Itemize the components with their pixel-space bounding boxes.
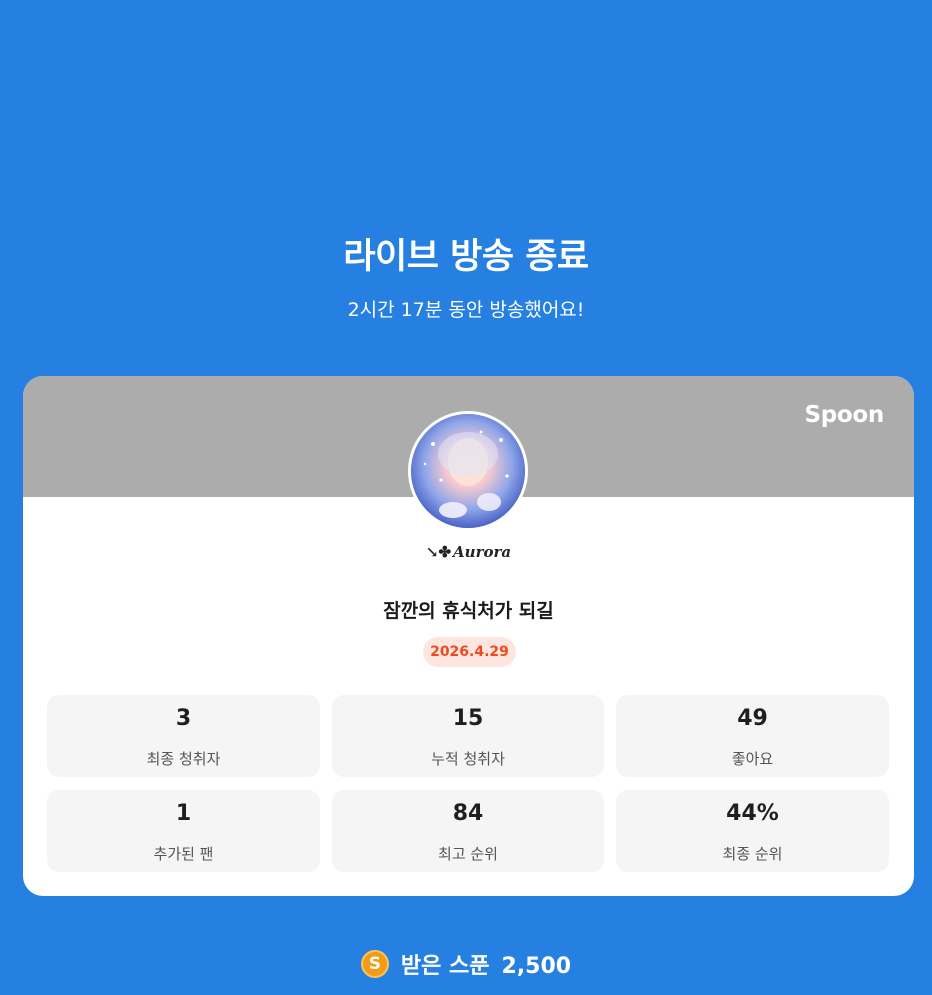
stat-final-rank: 44% 최종 순위 [616, 790, 889, 872]
stat-total-listeners: 15 누적 청취자 [332, 695, 604, 777]
stat-new-fans: 1 추가된 팬 [47, 790, 320, 872]
stat-label: 최종 청취자 [146, 750, 221, 768]
stat-best-rank: 84 최고 순위 [332, 790, 604, 872]
received-spoons-amount: 2,500 [501, 954, 572, 979]
stat-label: 최종 순위 [722, 845, 783, 863]
date-badge: 2026.4.29 [423, 637, 516, 667]
stat-value: 49 [737, 706, 768, 731]
stat-final-listeners: 3 최종 청취자 [47, 695, 320, 777]
stats-grid: 3 최종 청취자 15 누적 청취자 49 좋아요 1 추가된 팬 84 최고 … [47, 695, 890, 872]
clover-icon: ↘✤ [425, 543, 452, 561]
spoon-logo: Spoon [804, 402, 884, 428]
stat-value: 44% [726, 801, 779, 826]
stream-title: 잠깐의 휴식처가 되길 [383, 600, 554, 622]
stat-label: 누적 청취자 [431, 750, 505, 768]
stat-value: 84 [452, 801, 484, 826]
nickname-text: Aurora [453, 543, 512, 561]
stat-value: 15 [452, 706, 484, 731]
broadcast-duration: 2시간 17분 동안 방송했어요! [347, 299, 585, 321]
stat-label: 추가된 팬 [153, 845, 214, 863]
avatar-image [411, 414, 525, 528]
broadcast-summary-card: Spoon ↘✤ Aurora 잠깐의 휴식처가 되길 2026.4.29 3 … [23, 376, 914, 896]
avatar[interactable] [408, 411, 528, 531]
stat-label: 최고 순위 [438, 845, 498, 863]
received-spoons: S 받은 스푼 2,500 [0, 948, 932, 981]
stat-label: 좋아요 [731, 750, 774, 768]
streamer-nickname: ↘✤ Aurora [23, 543, 914, 561]
page-title: 라이브 방송 종료 [343, 237, 589, 277]
received-spoons-label: 받은 스푼 [400, 954, 490, 979]
stat-likes: 49 좋아요 [616, 695, 889, 777]
spoon-coin-icon: S [360, 950, 389, 978]
stat-value: 3 [175, 706, 192, 731]
stat-value: 1 [175, 801, 192, 826]
